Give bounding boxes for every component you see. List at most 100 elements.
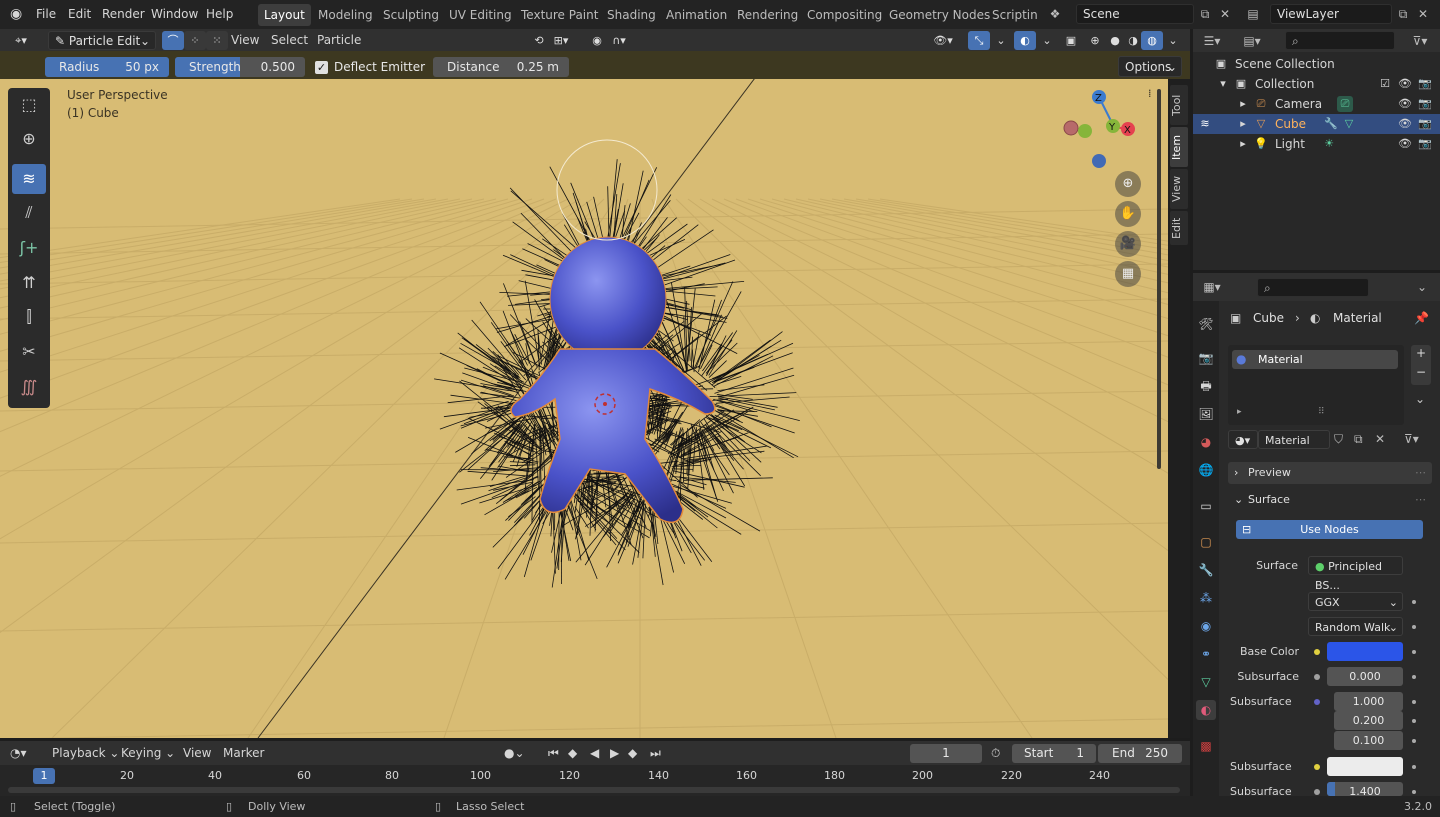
- pin-icon[interactable]: 📌: [1414, 311, 1429, 325]
- keyframe-dot[interactable]: [1412, 790, 1416, 794]
- select-point-mode-icon[interactable]: ⁘: [184, 31, 206, 50]
- shading-dropdown-icon[interactable]: ⌄: [1162, 31, 1184, 50]
- workspace-tab-texture-paint[interactable]: Texture Paint: [515, 4, 604, 26]
- properties-search-input[interactable]: ⌕: [1257, 278, 1369, 297]
- constraints-tab-icon[interactable]: ⚭: [1196, 644, 1216, 664]
- outliner-row-light[interactable]: ▸ 💡 Light ☀ 👁 📷: [1193, 134, 1440, 154]
- jump-keyframe-back-icon[interactable]: ◆: [568, 741, 577, 765]
- eye-icon[interactable]: 👁: [1397, 76, 1413, 92]
- outliner-editor-icon[interactable]: ☰▾: [1203, 32, 1221, 50]
- workspace-tab-layout[interactable]: Layout: [258, 4, 311, 26]
- 3d-viewport[interactable]: Z X Y ⊕ ✋ 🎥 ▦ ⁞: [0, 79, 1168, 738]
- tool-tab-icon[interactable]: 🛠: [1196, 314, 1216, 334]
- float-socket-icon[interactable]: [1314, 789, 1320, 795]
- subsurface-radius-y-field[interactable]: 0.200: [1334, 711, 1403, 730]
- output-tab-icon[interactable]: 🖶: [1196, 376, 1216, 396]
- workspace-tab-shading[interactable]: Shading: [601, 4, 662, 26]
- tab-item[interactable]: Item: [1170, 127, 1188, 167]
- outliner-row-collection[interactable]: ▾ ▣ Collection ☑ 👁 📷: [1193, 74, 1440, 94]
- expand-arrow-icon[interactable]: ▸: [1237, 407, 1242, 417]
- falloff-icon[interactable]: ∩▾: [608, 31, 630, 50]
- texture-tab-icon[interactable]: ▩: [1196, 736, 1216, 756]
- render-camera-icon[interactable]: 📷: [1417, 116, 1433, 132]
- menu-window[interactable]: Window: [151, 0, 198, 29]
- proportional-edit-icon[interactable]: ◉: [586, 31, 608, 50]
- overlay-toggle-icon[interactable]: ◐: [1014, 31, 1036, 50]
- subsurface-radius-x-field[interactable]: 1.000: [1334, 692, 1403, 711]
- tab-view[interactable]: View: [1170, 169, 1188, 209]
- overlay-dropdown-icon[interactable]: ⌄: [1036, 31, 1058, 50]
- weight-brush-icon[interactable]: ∭: [12, 372, 46, 402]
- pan-hand-icon[interactable]: ✋: [1115, 201, 1141, 227]
- float-socket-icon[interactable]: [1314, 674, 1320, 680]
- xray-icon[interactable]: ▣: [1060, 31, 1082, 50]
- slot-specials-icon[interactable]: ⌄: [1415, 392, 1425, 406]
- select-box-icon[interactable]: ⬚: [12, 90, 46, 120]
- options-dropdown[interactable]: Options ⌄: [1118, 56, 1182, 77]
- menu-select[interactable]: Select: [271, 29, 308, 51]
- subsurface-method-dropdown[interactable]: Random Walk ⌄: [1308, 617, 1403, 636]
- scene-browse-icon[interactable]: ❖: [1046, 5, 1064, 23]
- menu-help[interactable]: Help: [206, 0, 233, 29]
- length-brush-icon[interactable]: ⇈: [12, 268, 46, 298]
- keyframe-dot[interactable]: [1412, 625, 1416, 629]
- expand-arrow-icon[interactable]: ▾: [1215, 76, 1231, 92]
- scene-tab-icon[interactable]: ◕: [1196, 432, 1216, 452]
- menu-particle[interactable]: Particle: [317, 29, 361, 51]
- vector-socket-icon[interactable]: [1314, 699, 1320, 705]
- add-slot-icon[interactable]: +: [1416, 346, 1426, 360]
- camera-data-icon[interactable]: ⎚: [1337, 96, 1353, 112]
- menu-keying[interactable]: Keying ⌄: [121, 741, 175, 765]
- blender-logo-icon[interactable]: ◉: [10, 0, 22, 29]
- end-frame-field[interactable]: End 250: [1098, 744, 1182, 763]
- shading-rendered-icon[interactable]: ◍: [1141, 31, 1163, 50]
- surface-panel-header[interactable]: ⌄ Surface ⋯: [1228, 489, 1432, 511]
- add-brush-icon[interactable]: ʃ+: [12, 233, 46, 263]
- physics-tab-icon[interactable]: ◉: [1196, 616, 1216, 636]
- outliner-row-camera[interactable]: ▸ ⎚ Camera ⎚ 👁 📷: [1193, 94, 1440, 114]
- panel-grip-icon[interactable]: ⋯: [1415, 462, 1426, 484]
- outliner-search-input[interactable]: ⌕: [1285, 31, 1395, 50]
- distance-field[interactable]: Distance 0.25 m: [433, 57, 569, 77]
- current-frame-field[interactable]: 1: [910, 744, 982, 763]
- menu-marker[interactable]: Marker: [223, 741, 264, 765]
- visibility-icon[interactable]: 👁▾: [932, 31, 954, 50]
- pivot-icon[interactable]: ⊞▾: [550, 31, 572, 50]
- workspace-tab-scripting[interactable]: Scripting: [986, 4, 1038, 26]
- modifier-wrench-icon[interactable]: 🔧: [1323, 116, 1339, 132]
- preview-panel-header[interactable]: › Preview ⋯: [1228, 462, 1432, 484]
- navigation-gizmo[interactable]: Z X Y: [1063, 90, 1135, 168]
- delete-scene-icon[interactable]: ✕: [1216, 5, 1234, 23]
- menu-timeline-view[interactable]: View: [183, 741, 211, 765]
- puff-brush-icon[interactable]: ⫿: [12, 302, 46, 332]
- render-tab-icon[interactable]: 📷: [1196, 348, 1216, 368]
- duplicate-material-icon[interactable]: ⧉: [1354, 432, 1363, 447]
- shading-wireframe-icon[interactable]: ⊕: [1084, 31, 1106, 50]
- menu-view[interactable]: View: [231, 29, 259, 51]
- mode-dropdown[interactable]: ✎ Particle Edit ⌄: [48, 31, 156, 50]
- viewport-scrollbar[interactable]: [1157, 89, 1161, 469]
- render-camera-icon[interactable]: 📷: [1417, 136, 1433, 152]
- subsurface-ior-field[interactable]: 1.400: [1327, 782, 1403, 796]
- record-icon[interactable]: ●⌄: [504, 741, 525, 765]
- play-icon[interactable]: ▶: [610, 741, 619, 765]
- expand-arrow-icon[interactable]: ▸: [1235, 136, 1251, 152]
- deflect-emitter-toggle[interactable]: ✓ Deflect Emitter: [315, 58, 425, 76]
- ortho-grid-icon[interactable]: ▦: [1115, 261, 1141, 287]
- link-type-icon[interactable]: ⊽▾: [1404, 432, 1419, 446]
- workspace-tab-rendering[interactable]: Rendering: [731, 4, 804, 26]
- checkbox-checked-icon[interactable]: ✓: [315, 60, 328, 74]
- keyframe-dot[interactable]: [1412, 719, 1416, 723]
- playhead[interactable]: 1: [33, 768, 55, 784]
- chevron-down-icon[interactable]: ⌄: [1413, 278, 1431, 296]
- collection-tab-icon[interactable]: ▭: [1196, 496, 1216, 516]
- mesh-data-icon[interactable]: ▽: [1341, 116, 1357, 132]
- keyframe-dot[interactable]: [1412, 600, 1416, 604]
- delete-viewlayer-icon[interactable]: ✕: [1414, 5, 1432, 23]
- panel-grip-icon[interactable]: ⋯: [1415, 489, 1426, 511]
- list-resize-icon[interactable]: ⠿: [1318, 407, 1325, 417]
- outliner-row-scene-collection[interactable]: ▣ Scene Collection: [1193, 54, 1440, 74]
- unlink-material-icon[interactable]: ✕: [1375, 432, 1385, 446]
- menu-edit[interactable]: Edit: [68, 0, 91, 29]
- editor-type-icon[interactable]: ⌖▾: [10, 31, 32, 50]
